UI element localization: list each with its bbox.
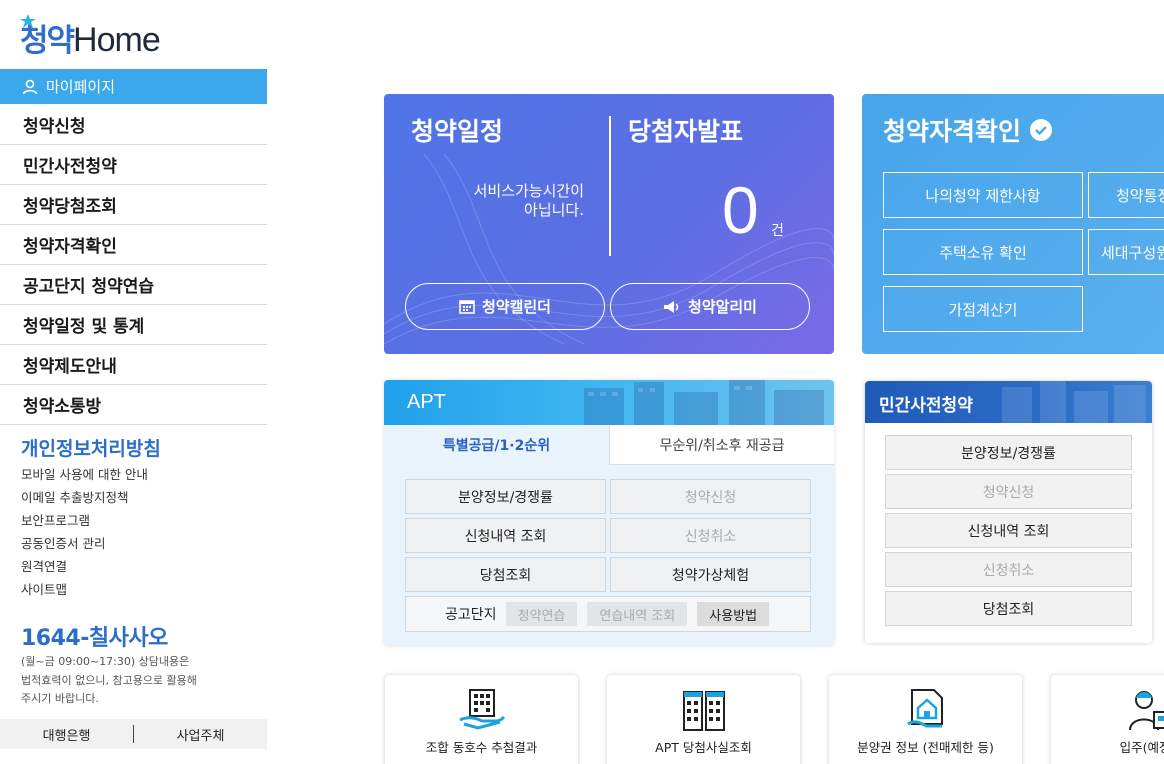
user-icon	[22, 79, 38, 94]
eligibility-card: 청약자격확인 나의청약 제한사항 청약통장 주택소유 확인 세대구성원 가점계산…	[862, 94, 1164, 354]
apartment-icon	[682, 691, 725, 731]
sidebar-footer: 대행은행 사업주체	[0, 719, 267, 749]
sidebar-item-apply[interactable]: 청약신청	[0, 105, 267, 145]
private-history-button[interactable]: 신청내역 조회	[885, 513, 1132, 548]
quick-card-label: 조합 동호수 추첨결과	[425, 740, 538, 755]
sidebar-item-practice[interactable]: 공고단지 청약연습	[0, 265, 267, 305]
notice-complex-row: 공고단지 청약연습 연습내역 조회 사용방법	[405, 596, 811, 632]
sidebar-item-community[interactable]: 청약소통방	[0, 385, 267, 425]
support-hours-line: (월~금 09:00~17:30) 상담내용은	[21, 655, 190, 668]
sublink-sitemap[interactable]: 사이트맵	[21, 580, 148, 603]
apt-apply-button[interactable]: 청약신청	[610, 479, 811, 514]
page: 청약 Home 마이페이지 청약신청 민간사전청약 청약당첨조회 청약자격확인 …	[0, 0, 1164, 764]
account-button[interactable]: 청약통장	[1088, 172, 1164, 218]
building-hand-icon	[458, 689, 505, 730]
support-hours-line: 법적효력이 없으니, 참고용으로 활용해	[21, 673, 197, 687]
apt-header: APT	[384, 380, 834, 425]
schedule-card: 청약일정 당첨자발표 서비스가능시간이 아닙니다. 0 건 청약캘린더 청약알리…	[384, 94, 834, 354]
private-apply-button[interactable]: 청약신청	[885, 474, 1132, 509]
skyline-decoration	[584, 380, 824, 425]
schedule-title[interactable]: 청약일정	[411, 112, 503, 148]
sidebar-nav: 청약신청 민간사전청약 청약당첨조회 청약자격확인 공고단지 청약연습 청약일정…	[0, 105, 267, 425]
service-unavailable-message: 서비스가능시간이 아닙니다.	[444, 182, 584, 220]
calendar-button[interactable]: 청약캘린더	[405, 283, 605, 330]
sublink-remote[interactable]: 원격연결	[21, 557, 148, 580]
quick-card-label: APT 당첨사실조회	[655, 740, 752, 755]
quick-card-move-in[interactable]: 입주(예정)	[1051, 675, 1164, 764]
how-to-use-chip[interactable]: 사용방법	[697, 602, 770, 626]
score-calculator-button[interactable]: 가점계산기	[883, 286, 1083, 332]
agent-bank-link[interactable]: 대행은행	[0, 725, 133, 744]
quick-card-lottery-result[interactable]: 조합 동호수 추첨결과	[385, 675, 578, 764]
schedule-divider	[609, 116, 611, 256]
sidebar-item-system-guide[interactable]: 청약제도안내	[0, 345, 267, 385]
quick-card-label: 입주(예정)	[1119, 740, 1164, 755]
my-restrictions-button[interactable]: 나의청약 제한사항	[883, 172, 1083, 218]
apt-card: APT 특별공급/1·2순위 무순위/취소후 재공급 분양정보/경쟁률 청약신청…	[384, 380, 834, 646]
house-ownership-button[interactable]: 주택소유 확인	[883, 229, 1083, 275]
winner-count: 0	[722, 173, 759, 247]
sidebar-sublinks: 모바일 사용에 대한 안내 이메일 추출방지정책 보안프로그램 공동인증서 관리…	[21, 465, 148, 603]
private-title: 민간사전청약	[879, 396, 973, 416]
megaphone-icon	[663, 300, 679, 313]
sidebar-item-eligibility[interactable]: 청약자격확인	[0, 225, 267, 265]
sublink-mobile-guide[interactable]: 모바일 사용에 대한 안내	[21, 465, 148, 488]
check-circle-icon	[1030, 119, 1053, 141]
private-winner-button[interactable]: 당첨조회	[885, 591, 1132, 626]
sublink-email-policy[interactable]: 이메일 추출방지정책	[21, 488, 148, 511]
message-line: 아닙니다.	[524, 201, 584, 219]
quick-card-label: 분양권 정보 (전매제한 등)	[857, 740, 994, 755]
logo[interactable]: 청약 Home	[20, 14, 161, 60]
tab-unranked-resupply[interactable]: 무순위/취소후 재공급	[609, 425, 834, 465]
alarm-button-label: 청약알리미	[687, 298, 757, 316]
logo-star-icon	[20, 14, 36, 28]
document-house-icon	[906, 689, 943, 728]
mypage-label: 마이페이지	[46, 78, 116, 96]
support-hours-line: 주시기 바랍니다.	[21, 692, 99, 705]
mypage-link[interactable]: 마이페이지	[0, 69, 267, 104]
winners-title[interactable]: 당첨자발표	[628, 112, 743, 148]
tab-special-supply[interactable]: 특별공급/1·2순위	[384, 425, 609, 465]
operator-link[interactable]: 사업주체	[134, 725, 267, 744]
sidebar-item-private-pre-subscription[interactable]: 민간사전청약	[0, 145, 267, 185]
resident-icon	[1128, 691, 1164, 731]
notice-complex-label: 공고단지	[445, 607, 497, 623]
message-line: 서비스가능시간이	[473, 182, 584, 200]
support-hours: (월~금 09:00~17:30) 상담내용은 법적효력이 없으니, 참고용으로…	[21, 653, 261, 709]
practice-chip[interactable]: 청약연습	[505, 602, 578, 626]
winner-count-unit: 건	[771, 223, 784, 239]
quick-card-presale-rights[interactable]: 분양권 정보 (전매제한 등)	[829, 675, 1022, 764]
eligibility-title[interactable]: 청약자격확인	[883, 112, 1053, 148]
logo-english-text: Home	[73, 21, 161, 59]
eligibility-title-text: 청약자격확인	[883, 117, 1022, 146]
household-button[interactable]: 세대구성원	[1088, 229, 1164, 275]
sublink-security-program[interactable]: 보안프로그램	[21, 511, 148, 534]
apt-winner-button[interactable]: 당첨조회	[405, 557, 606, 592]
quick-card-apt-winner-check[interactable]: APT 당첨사실조회	[607, 675, 800, 764]
calendar-button-label: 청약캘린더	[481, 298, 551, 316]
apt-cancel-button[interactable]: 신청취소	[610, 518, 811, 553]
private-pre-subscription-card: 민간사전청약 분양정보/경쟁률 청약신청 신청내역 조회 신청취소 당첨조회	[865, 381, 1152, 643]
apt-title: APT	[407, 391, 446, 413]
private-cancel-button[interactable]: 신청취소	[885, 552, 1132, 587]
apt-history-button[interactable]: 신청내역 조회	[405, 518, 606, 553]
skyline-decoration	[1002, 381, 1146, 423]
apt-sale-info-button[interactable]: 분양정보/경쟁률	[405, 479, 606, 514]
privacy-policy-link[interactable]: 개인정보처리방침	[21, 434, 161, 461]
private-sale-info-button[interactable]: 분양정보/경쟁률	[885, 435, 1132, 470]
alarm-button[interactable]: 청약알리미	[610, 283, 810, 330]
sidebar-item-winner-inquiry[interactable]: 청약당첨조회	[0, 185, 267, 225]
sidebar: 청약 Home 마이페이지 청약신청 민간사전청약 청약당첨조회 청약자격확인 …	[0, 0, 267, 764]
support-phone: 1644-칠사사오	[21, 626, 168, 651]
sidebar-item-schedule-stats[interactable]: 청약일정 및 통계	[0, 305, 267, 345]
calendar-icon	[459, 300, 475, 314]
private-header: 민간사전청약	[865, 381, 1152, 423]
practice-history-chip[interactable]: 연습내역 조회	[587, 602, 688, 626]
sublink-certificate[interactable]: 공동인증서 관리	[21, 534, 148, 557]
apt-virtual-experience-button[interactable]: 청약가상체험	[610, 557, 811, 592]
